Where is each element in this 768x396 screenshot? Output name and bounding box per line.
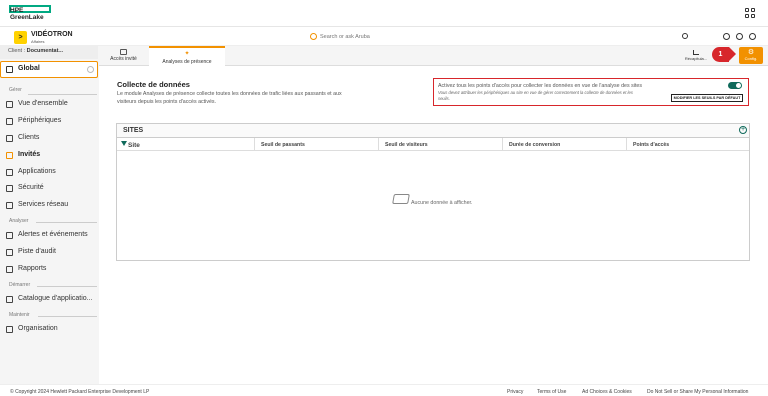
overview-icon bbox=[6, 101, 13, 108]
step-badge: 1 bbox=[712, 47, 736, 62]
app-grid-icon[interactable] bbox=[745, 8, 755, 18]
sidebar-item-app-catalog[interactable]: Catalogue d'applicatio... bbox=[0, 293, 99, 307]
audit-trail-icon bbox=[6, 249, 13, 256]
hpe-logo-text: HPE GreenLake bbox=[10, 7, 44, 21]
column-access-points[interactable]: Points d'accès bbox=[627, 138, 749, 151]
hpe-greenlake-logo[interactable]: HPE GreenLake bbox=[9, 5, 57, 23]
sidebar-item-applications[interactable]: Applications bbox=[0, 166, 99, 180]
divider bbox=[28, 94, 97, 95]
column-conversion-duration[interactable]: Durée de conversion bbox=[503, 138, 627, 151]
column-passers-threshold[interactable]: Seuil de passants bbox=[255, 138, 379, 151]
footer-link-privacy[interactable]: Privacy bbox=[507, 389, 523, 395]
global-scope-selector[interactable]: Global bbox=[0, 61, 98, 78]
org-name: VIDÉOTRON bbox=[31, 31, 73, 38]
recap-button[interactable]: Récapitula... bbox=[683, 48, 709, 64]
column-site[interactable]: Site bbox=[117, 138, 255, 151]
sidebar-item-organisation[interactable]: Organisation bbox=[0, 323, 99, 337]
bell-icon[interactable] bbox=[723, 33, 730, 40]
data-collection-notice: Activez tous les points d'accès pour col… bbox=[433, 78, 749, 106]
sidebar-item-alerts[interactable]: Alertes et événements bbox=[0, 229, 99, 243]
sites-header: SITES bbox=[117, 124, 749, 138]
page-description: Le module Analyses de présence collecte … bbox=[117, 91, 342, 105]
chart-icon bbox=[693, 50, 699, 55]
sidebar-item-security[interactable]: Sécurité bbox=[0, 182, 99, 196]
global-icon bbox=[6, 66, 13, 73]
sidebar-item-devices[interactable]: Périphériques bbox=[0, 115, 99, 129]
aruba-icon bbox=[310, 33, 317, 40]
loading-icon bbox=[87, 66, 94, 73]
section-manage: Gérer bbox=[9, 87, 22, 93]
presence-analytics-icon: ✦ bbox=[184, 51, 190, 57]
config-button[interactable]: ⚙ Config. bbox=[739, 47, 763, 64]
reports-icon bbox=[6, 266, 13, 273]
alerts-icon bbox=[6, 232, 13, 239]
section-maintain: Maintenir bbox=[9, 312, 30, 318]
guest-access-icon bbox=[120, 49, 127, 55]
notice-text: Activez tous les points d'accès pour col… bbox=[438, 83, 643, 89]
top-bar: HPE GreenLake bbox=[0, 0, 768, 27]
page-title: Collecte de données bbox=[117, 80, 190, 89]
divider bbox=[36, 222, 97, 223]
devices-icon bbox=[6, 118, 13, 125]
footer-link-do-not-sell[interactable]: Do Not Sell or Share My Personal Informa… bbox=[647, 389, 748, 395]
org-sub: Affaires bbox=[31, 39, 45, 44]
sidebar-item-reports[interactable]: Rapports bbox=[0, 263, 99, 277]
gear-icon: ⚙ bbox=[747, 49, 755, 56]
sidebar-item-guests[interactable]: Invités bbox=[0, 149, 99, 163]
enable-all-aps-toggle[interactable] bbox=[728, 82, 742, 89]
sidebar-item-network-services[interactable]: Services réseau bbox=[0, 199, 99, 213]
filter-icon[interactable] bbox=[121, 141, 127, 146]
divider bbox=[38, 316, 97, 317]
footer: © Copyright 2024 Hewlett Packard Enterpr… bbox=[0, 384, 768, 396]
search-icon[interactable] bbox=[682, 33, 688, 39]
network-services-icon bbox=[6, 202, 13, 209]
search-bar[interactable] bbox=[307, 31, 697, 43]
security-icon bbox=[6, 185, 13, 192]
tab-guest-access[interactable]: Accès invité bbox=[99, 46, 148, 66]
footer-link-ad-choices[interactable]: Ad Choices & Cookies bbox=[582, 389, 632, 395]
user-icon[interactable] bbox=[749, 33, 756, 40]
section-analyze: Analyser bbox=[9, 218, 29, 224]
copyright: © Copyright 2024 Hewlett Packard Enterpr… bbox=[10, 389, 150, 395]
app-catalog-icon bbox=[6, 296, 13, 303]
help-icon[interactable] bbox=[736, 33, 743, 40]
notice-subtext: Vous devez attribuer les périphériques a… bbox=[438, 90, 633, 101]
column-visitors-threshold[interactable]: Seuil de visiteurs bbox=[379, 138, 503, 151]
search-input[interactable] bbox=[320, 31, 690, 43]
sites-table: SITES + Site Seuil de passants Seuil de … bbox=[116, 123, 750, 261]
add-icon[interactable]: + bbox=[739, 126, 747, 134]
sidebar-item-audit-trail[interactable]: Piste d'audit bbox=[0, 246, 99, 260]
applications-icon bbox=[6, 169, 13, 176]
empty-state-text: Aucune donnée à afficher. bbox=[411, 200, 473, 206]
footer-link-terms[interactable]: Terms of Use bbox=[537, 389, 566, 395]
sidebar-item-overview[interactable]: Vue d'ensemble bbox=[0, 98, 99, 112]
tab-presence-analytics[interactable]: ✦ Analyses de présence bbox=[149, 46, 225, 66]
client-selector[interactable]: Client : Documentat... bbox=[0, 46, 98, 59]
empty-box-icon bbox=[392, 194, 410, 204]
divider bbox=[37, 286, 97, 287]
modify-default-thresholds-button[interactable]: MODIFIER LES SEUILS PAR DÉFAUT bbox=[671, 94, 743, 102]
organisation-icon bbox=[6, 326, 13, 333]
sidebar-item-clients[interactable]: Clients bbox=[0, 132, 99, 146]
section-start: Démarrer bbox=[9, 282, 31, 288]
guests-icon bbox=[6, 152, 13, 159]
videotron-logo: > bbox=[14, 31, 27, 44]
clients-icon bbox=[6, 135, 13, 142]
